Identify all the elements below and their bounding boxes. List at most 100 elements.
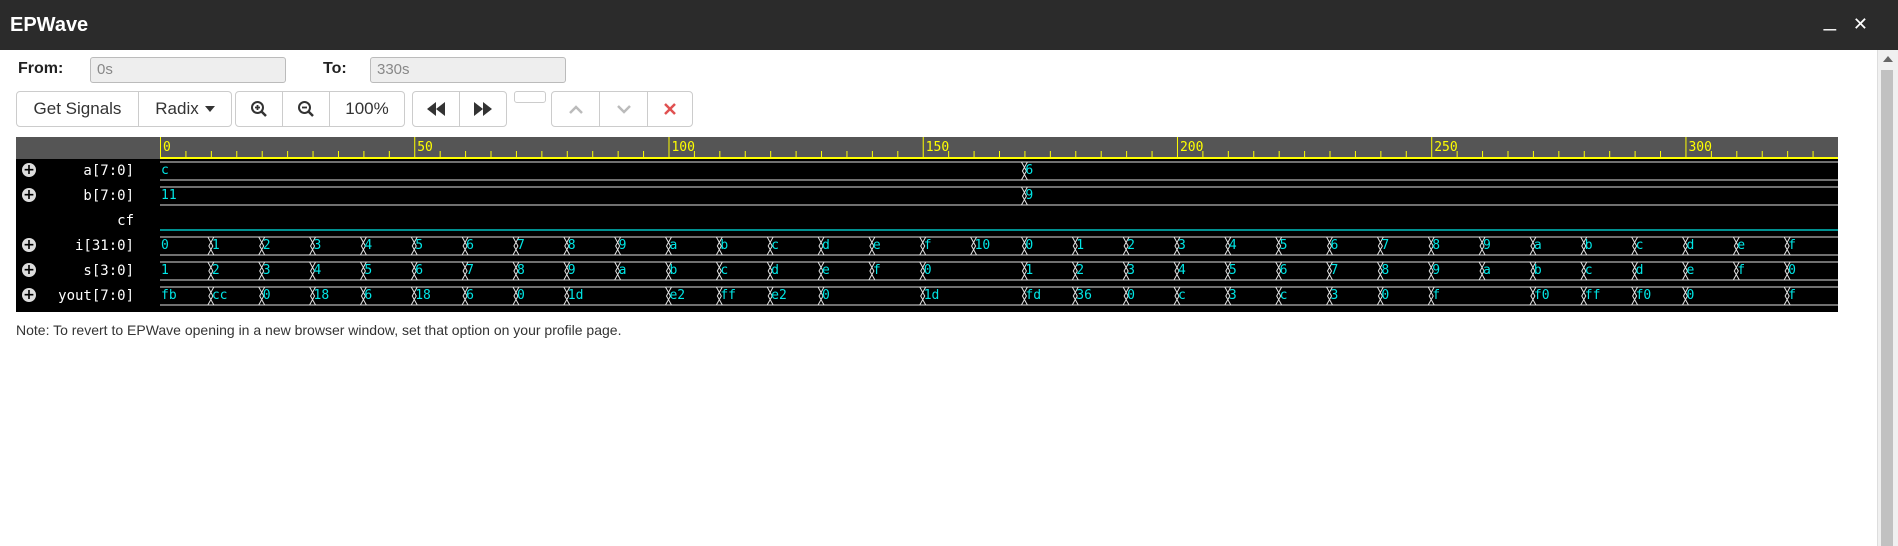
move-down-button[interactable] <box>599 91 648 127</box>
navigate-group <box>412 91 507 127</box>
zoom-out-button[interactable] <box>282 91 330 127</box>
bus-value: 1 <box>161 263 169 278</box>
signal-track[interactable]: fb cc 0 18 6 18 6 0 1d e2 ff e2 0 1d fd 36 0 c 3 c 3 0 f f0 ff f0… <box>160 284 1838 309</box>
waveform-viewer[interactable]: 0 50 100 150 200 250 300 + a[7:0] + b[7:0] cf + i[31… <box>16 137 1839 312</box>
delete-signal-button[interactable] <box>647 91 693 127</box>
vertical-scrollbar[interactable] <box>1877 50 1898 546</box>
move-up-button[interactable] <box>551 91 600 127</box>
bus-value: 5 <box>1279 238 1288 253</box>
bus-value: 8 <box>567 238 576 253</box>
bus-value: 4 <box>313 263 322 278</box>
expand-plus-icon[interactable]: + <box>22 188 36 202</box>
bus-value: f0 <box>1635 288 1652 303</box>
bus-value: 4 <box>1177 263 1186 278</box>
bus-value: 6 <box>1330 238 1339 253</box>
to-input[interactable] <box>370 57 566 83</box>
expand-plus-icon[interactable]: + <box>22 288 36 302</box>
minimize-button[interactable]: _ <box>1824 6 1836 32</box>
close-button[interactable]: ✕ <box>1853 14 1868 35</box>
bus-value: 3 <box>262 263 271 278</box>
bus-value: 1 <box>211 238 220 253</box>
bus-value: c <box>161 163 169 178</box>
bus-value: 36 <box>1076 288 1092 303</box>
radix-button[interactable]: Radix <box>138 91 232 127</box>
bus-value: c <box>771 238 779 253</box>
signal-track[interactable]: 1 2 3 4 5 6 7 8 9 a b c d e f 0 1 2 3 4 5 6 7 8 9 a b c d e f 0 <box>160 259 1838 284</box>
bus-value: 1 <box>1025 263 1034 278</box>
ruler-label: 50 <box>417 140 433 155</box>
bus-value: fb <box>161 288 177 303</box>
signal-row[interactable]: + a[7:0] <box>16 159 160 184</box>
bus-value: 0 <box>161 238 169 253</box>
bus-value: 6 <box>1025 163 1034 178</box>
bus-value: 6 <box>466 238 474 253</box>
bus-value: d <box>1635 263 1644 278</box>
bus-value: 5 <box>415 238 424 253</box>
scrollbar-thumb[interactable] <box>1881 70 1893 546</box>
bus-value: 2 <box>1127 238 1135 253</box>
signal-row[interactable]: + b[7:0] <box>16 184 160 209</box>
bus-value: 0 <box>1381 288 1390 303</box>
bus-value: 3 <box>1177 238 1186 253</box>
signal-row[interactable]: + i[31:0] <box>16 234 160 259</box>
signal-track[interactable]: 0 1 2 3 4 5 6 7 8 9 a b c d e f 10 0 1 2 3 4 5 6 7 8 9 a b c d e f <box>160 234 1838 259</box>
bus-value: 10 <box>974 238 991 253</box>
signal-track[interactable]: 11 9 <box>160 184 1838 209</box>
bus-value: 2 <box>262 238 271 253</box>
ruler-label: 200 <box>1180 140 1203 155</box>
bus-value: 1d <box>923 288 940 303</box>
bus-value: 9 <box>618 238 627 253</box>
fast-forward-icon <box>474 102 492 116</box>
bus-value: 18 <box>415 288 431 303</box>
profile-note: Note: To revert to EPWave opening in a n… <box>16 322 622 338</box>
from-input[interactable] <box>90 57 286 83</box>
bus-value: 3 <box>1330 288 1339 303</box>
time-ruler: 0 50 100 150 200 250 300 <box>16 137 1839 159</box>
bus-value: e <box>1686 263 1695 278</box>
expand-plus-icon[interactable]: + <box>22 163 36 177</box>
signal-track[interactable]: c6 <box>160 159 1838 184</box>
signal-tracks[interactable]: c 6 11 9 0 1 2 3 4 5 6 7 8 9 a b c d e f 10 0 1 2 3 4 5 6 7 8 9 a b c d e f 1… <box>160 159 1838 312</box>
scroll-up-icon[interactable] <box>1883 56 1893 62</box>
get-signals-button[interactable]: Get Signals <box>16 91 139 127</box>
small-button[interactable] <box>514 91 546 103</box>
bus-value: 0 <box>1127 288 1135 303</box>
bus-value: 9 <box>567 263 576 278</box>
bus-value: c <box>1584 263 1593 278</box>
signal-row[interactable]: + yout[7:0] <box>16 284 160 309</box>
bus-value: fd <box>1025 288 1042 303</box>
bus-value: 5 <box>364 263 373 278</box>
signal-track[interactable] <box>160 209 1838 234</box>
bus-value: e <box>1737 238 1746 253</box>
signal-name: a[7:0] <box>83 163 134 179</box>
bus-value: 6 <box>415 263 424 278</box>
radix-label: Radix <box>155 99 199 118</box>
next-transition-button[interactable] <box>459 91 507 127</box>
bus-value: e <box>872 238 881 253</box>
to-label: To: <box>323 60 347 77</box>
bus-value: 7 <box>1330 263 1339 278</box>
bus-value: c <box>1635 238 1644 253</box>
title-bar: EPWave _ ✕ <box>0 0 1898 50</box>
bus-value: e <box>822 263 830 278</box>
ruler-scale[interactable]: 0 50 100 150 200 250 300 <box>160 137 1839 159</box>
bus-value: f <box>1788 238 1796 253</box>
bus-value: cc <box>211 288 228 303</box>
bus-value: 0 <box>923 263 932 278</box>
bus-value: c <box>1279 288 1288 303</box>
expand-plus-icon[interactable]: + <box>22 263 36 277</box>
ruler-label: 150 <box>926 140 949 155</box>
zoom-level-button[interactable]: 100% <box>329 91 405 127</box>
zoom-in-button[interactable] <box>235 91 283 127</box>
bus-value: a <box>1533 238 1542 253</box>
expand-plus-icon[interactable]: + <box>22 238 36 252</box>
bus-value: 0 <box>1025 238 1034 253</box>
bus-value: 11 <box>161 188 177 203</box>
bus-value: 4 <box>364 238 373 253</box>
signal-row[interactable]: cf <box>16 209 160 234</box>
close-icon <box>664 103 676 115</box>
zoom-group: 100% <box>235 91 405 127</box>
prev-transition-button[interactable] <box>412 91 460 127</box>
signal-row[interactable]: + s[3:0] <box>16 259 160 284</box>
bus-value: d <box>1686 238 1695 253</box>
